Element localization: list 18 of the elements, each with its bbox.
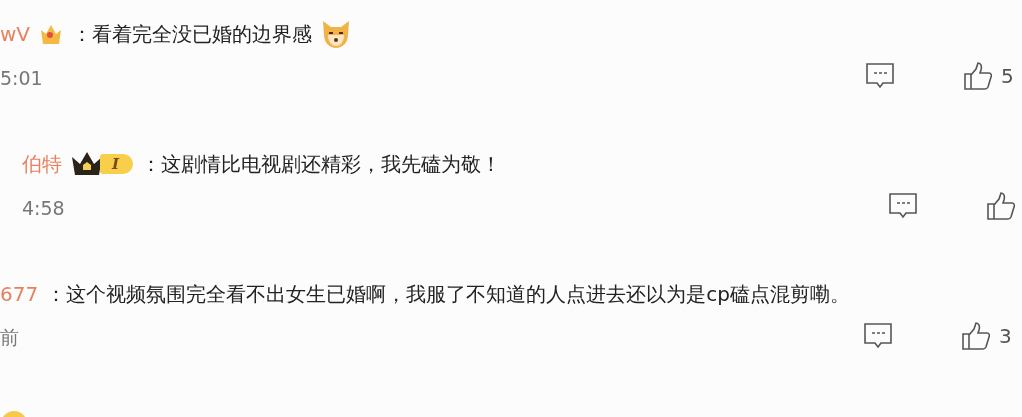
comment-icon[interactable] — [889, 193, 917, 219]
timestamp: 前 — [0, 325, 19, 350]
comment-text: ：这个视频氛围完全看不出女生已婚啊，我服了不知道的人点进去还以为是cp磕点混剪嘞。 — [46, 280, 850, 308]
timestamp: 5:01 — [0, 67, 43, 89]
comment-text: ：看着完全没已婚的边界感 — [72, 20, 313, 48]
comment-icon[interactable] — [866, 63, 894, 89]
thumbs-up-icon[interactable] — [987, 192, 1015, 220]
level-tag: I — [100, 154, 134, 174]
username[interactable]: 677 — [0, 282, 39, 306]
username[interactable]: wV — [0, 22, 31, 46]
comment-text: ：这剧情比电视剧还精彩，我先磕为敬！ — [141, 150, 502, 178]
thumbs-up-icon[interactable] — [962, 322, 990, 350]
thumbs-up-icon[interactable] — [964, 62, 992, 90]
like-count: 3 — [999, 324, 1012, 348]
username[interactable]: 伯特 — [22, 150, 62, 178]
timestamp: 4:58 — [22, 197, 65, 219]
like-count: 5 — [1001, 64, 1014, 88]
comment-icon[interactable] — [864, 323, 892, 349]
